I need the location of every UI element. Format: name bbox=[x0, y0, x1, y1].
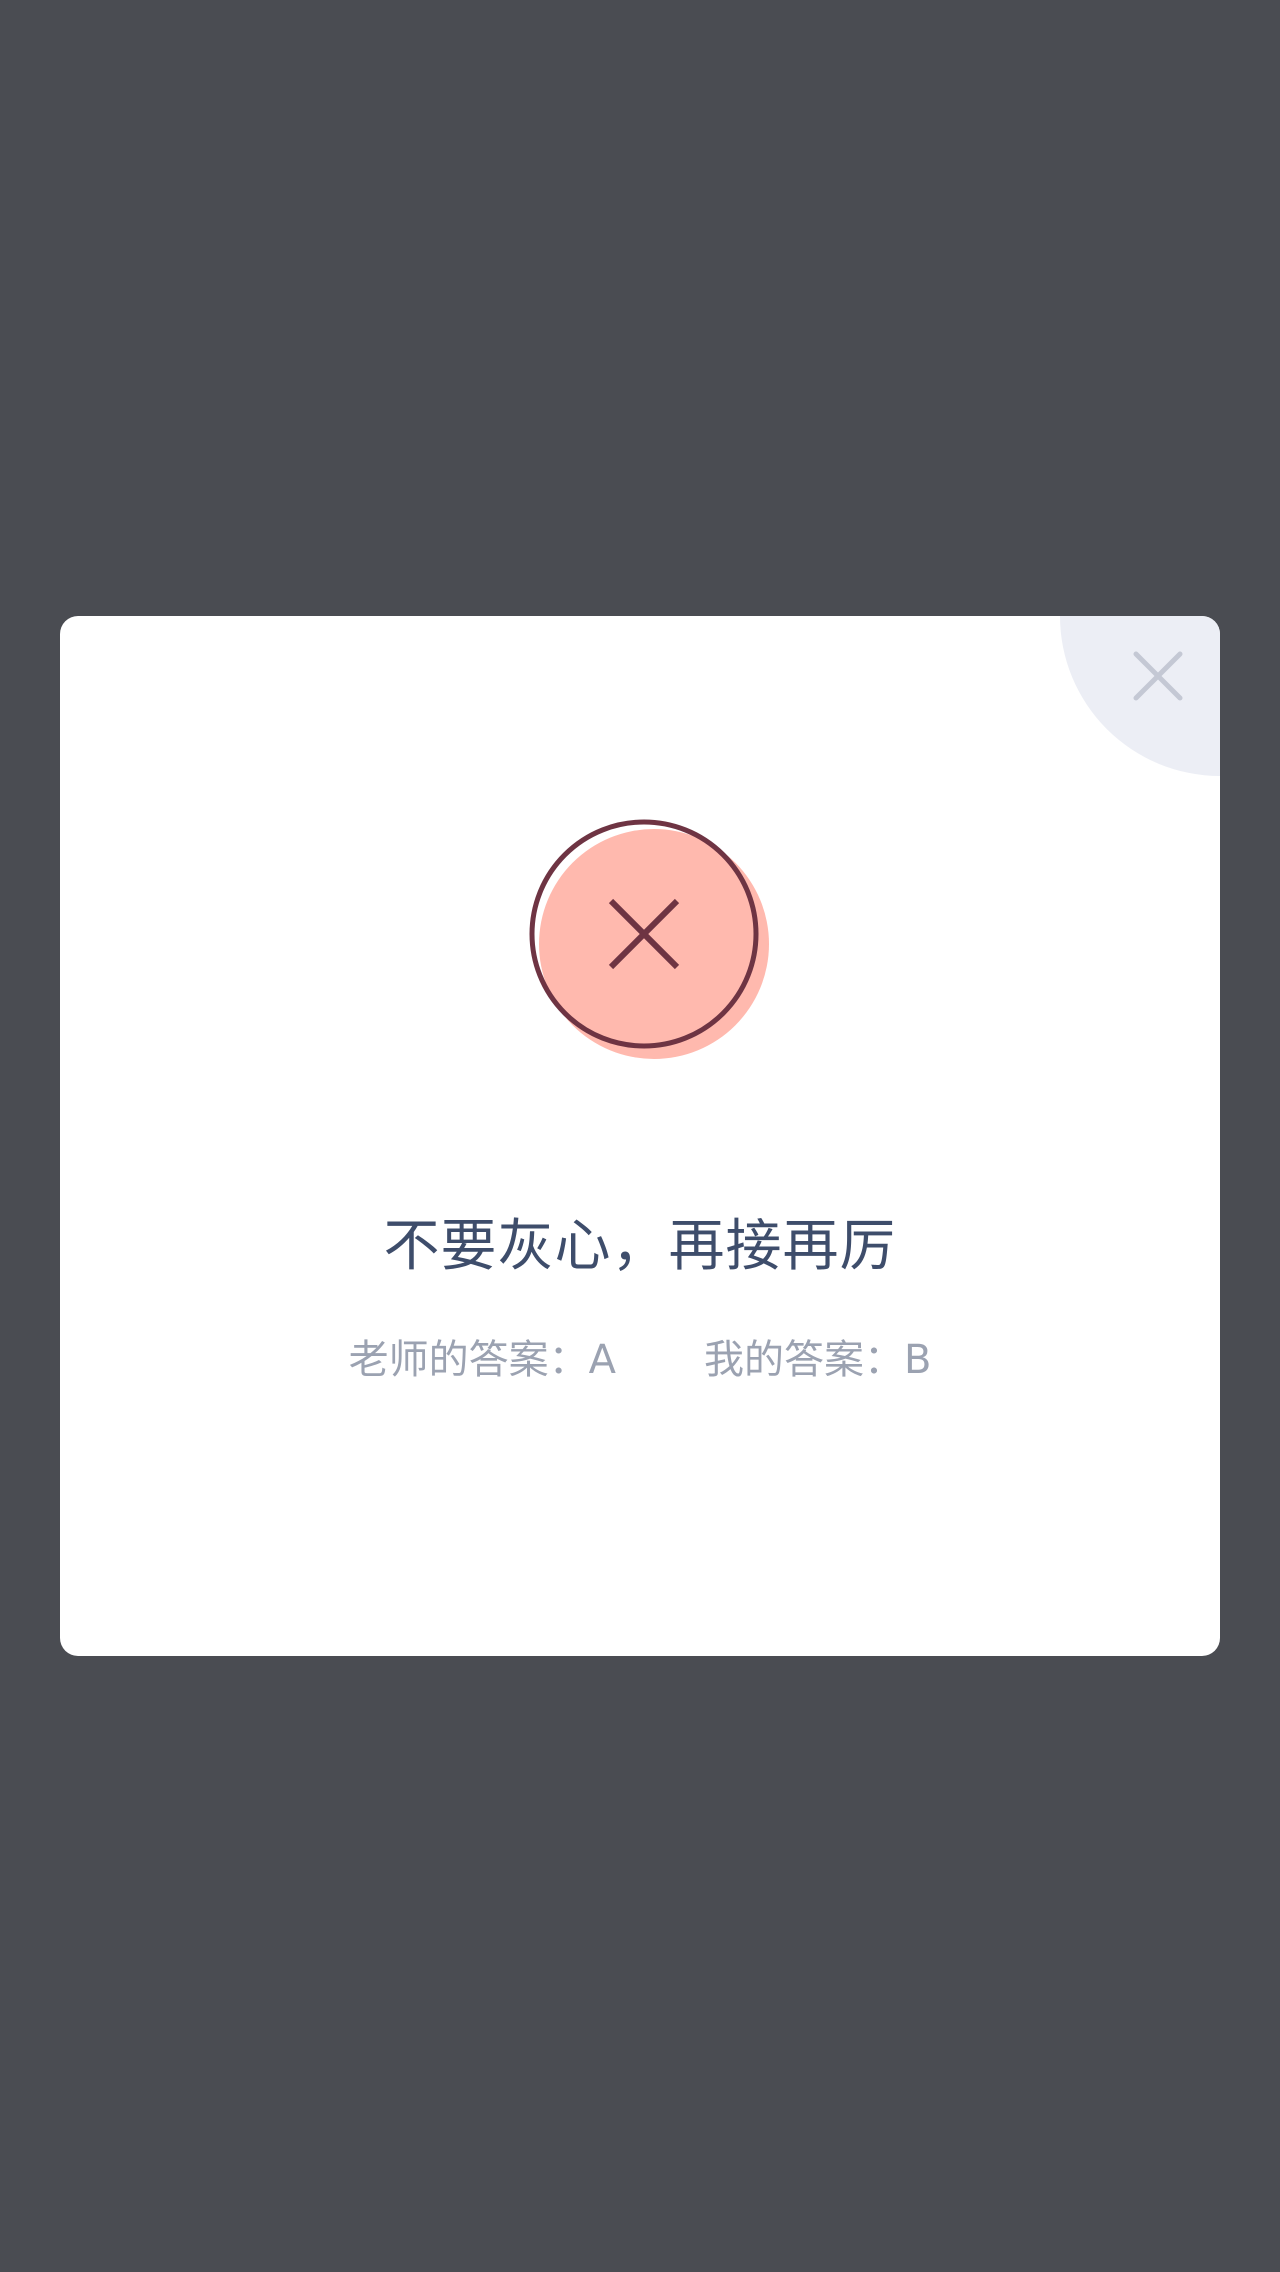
my-answer-value: B bbox=[903, 1337, 932, 1383]
answer-summary: 老师的答案： A 我的答案： B bbox=[60, 1334, 1220, 1386]
result-message: 不要灰心，再接再厉 bbox=[383, 1214, 897, 1279]
wrong-answer-icon bbox=[529, 819, 769, 1059]
teacher-answer: 老师的答案： A bbox=[349, 1334, 616, 1386]
close-icon[interactable] bbox=[1130, 648, 1186, 704]
my-answer-label: 我的答案： bbox=[703, 1337, 904, 1383]
teacher-answer-label: 老师的答案： bbox=[348, 1337, 589, 1383]
my-answer: 我的答案： B bbox=[704, 1334, 931, 1386]
teacher-answer-value: A bbox=[588, 1337, 616, 1383]
result-dialog: 不要灰心，再接再厉 老师的答案： A 我的答案： B bbox=[60, 616, 1220, 1656]
